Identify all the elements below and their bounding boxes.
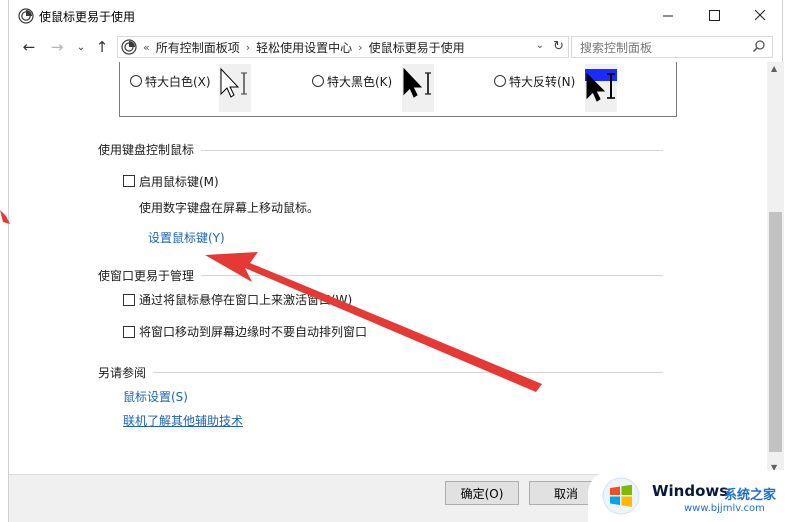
- radio-extra-large-white[interactable]: [130, 75, 142, 87]
- chevron-right-icon: ›: [358, 40, 363, 54]
- vertical-scrollbar[interactable]: ▲ ▼: [767, 62, 784, 474]
- search-icon[interactable]: [752, 39, 766, 53]
- chevron-down-icon: ⌄: [76, 41, 86, 53]
- white-pointer-icon: [220, 67, 247, 98]
- hover-activate-label[interactable]: 通过将鼠标悬停在窗口上来激活窗口(W): [139, 291, 352, 308]
- close-icon: [754, 9, 765, 20]
- keyboard-section-title: 使用键盘控制鼠标: [98, 143, 195, 157]
- inverted-pointer-icon: [585, 69, 617, 102]
- address-dropdown-icon[interactable]: ⌄: [536, 40, 544, 51]
- hover-activate-checkbox[interactable]: [123, 294, 135, 306]
- control-panel-window: 使鼠标更易于使用 ← → ⌄ ↑ « 所有控制面板项 › 轻松使用设置中心 › …: [8, 0, 784, 522]
- radio-label-inverted: 特大反转(N): [509, 75, 576, 89]
- mouse-keys-checkbox[interactable]: [123, 175, 135, 187]
- scroll-thumb[interactable]: [769, 212, 782, 452]
- search-placeholder: 搜索控制面板: [580, 40, 653, 55]
- assistive-tech-link[interactable]: 联机了解其他辅助技术: [123, 412, 243, 429]
- cursor-preview-black: [402, 64, 434, 112]
- section-divider: [201, 150, 663, 151]
- section-divider: [201, 275, 663, 276]
- watermark-brand: Windows: [652, 482, 729, 500]
- control-panel-icon: [121, 39, 137, 55]
- radio-extra-large-inverted[interactable]: [494, 75, 506, 87]
- mouse-keys-description: 使用数字键盘在屏幕上移动鼠标。: [139, 201, 320, 215]
- breadcrumb-current-page[interactable]: 使鼠标更易于使用: [369, 39, 465, 56]
- maximize-icon: [708, 9, 720, 21]
- up-button[interactable]: ↑: [92, 38, 112, 56]
- prevent-snap-checkbox[interactable]: [123, 326, 135, 338]
- minimize-button[interactable]: [645, 0, 691, 30]
- radio-label-black: 特大黑色(K): [327, 75, 393, 89]
- prevent-snap-label[interactable]: 将窗口移动到屏幕边缘时不要自动排列窗口: [139, 323, 367, 340]
- mouse-settings-link[interactable]: 鼠标设置(S): [123, 388, 188, 405]
- chevron-right-icon: ›: [245, 40, 251, 54]
- recent-locations-button[interactable]: ⌄: [71, 38, 91, 56]
- refresh-icon[interactable]: ↻: [553, 39, 564, 54]
- address-bar[interactable]: « 所有控制面板项 › 轻松使用设置中心 › 使鼠标更易于使用 ⌄ ↻: [117, 36, 569, 58]
- content-pane: 特大白色(X) 特大黑色(K) 特大反转(N) 使用键盘控制鼠标 启用鼠标键(M…: [9, 62, 767, 474]
- breadcrumb-ease-of-access[interactable]: 轻松使用设置中心: [256, 39, 352, 56]
- watermark-site-name: 系统之家: [724, 488, 777, 503]
- arrow-right-icon: →: [50, 38, 64, 56]
- scroll-up-icon[interactable]: ▲: [771, 64, 777, 73]
- window-title: 使鼠标更易于使用: [39, 10, 136, 24]
- mouse-keys-label[interactable]: 启用鼠标键(M): [139, 173, 219, 190]
- window-section-title: 使窗口更易于管理: [98, 269, 195, 283]
- setup-mouse-keys-link[interactable]: 设置鼠标键(Y): [148, 229, 225, 246]
- black-pointer-icon: [403, 67, 431, 98]
- cursor-preview-white: [219, 64, 251, 112]
- ease-of-access-icon: [18, 8, 34, 24]
- watermark: Windows 系统之家 www.bjjmlv.com: [588, 470, 791, 522]
- title-bar[interactable]: 使鼠标更易于使用: [9, 0, 782, 32]
- navigation-bar: ← → ⌄ ↑ « 所有控制面板项 › 轻松使用设置中心 › 使鼠标更易于使用 …: [9, 32, 782, 62]
- cursor-preview-inverted: [585, 64, 617, 112]
- breadcrumb-overflow[interactable]: «: [143, 41, 150, 54]
- radio-label-white: 特大白色(X): [145, 75, 211, 89]
- breadcrumb-all-items[interactable]: 所有控制面板项: [156, 39, 240, 56]
- ok-button[interactable]: 确定(O): [445, 481, 519, 505]
- radio-extra-large-black[interactable]: [312, 75, 324, 87]
- close-button[interactable]: [737, 0, 783, 30]
- search-input[interactable]: 搜索控制面板: [571, 36, 773, 58]
- arrow-up-icon: ↑: [95, 38, 109, 56]
- see-also-title: 另请参阅: [98, 366, 147, 380]
- arrow-left-icon: ←: [22, 38, 36, 56]
- minimize-icon: [662, 15, 673, 16]
- watermark-url: www.bjjmlv.com: [684, 503, 765, 514]
- maximize-button[interactable]: [691, 0, 737, 30]
- forward-button[interactable]: →: [47, 38, 67, 56]
- section-divider: [153, 372, 663, 373]
- back-button[interactable]: ←: [19, 38, 39, 56]
- windows-logo-icon: [602, 477, 640, 515]
